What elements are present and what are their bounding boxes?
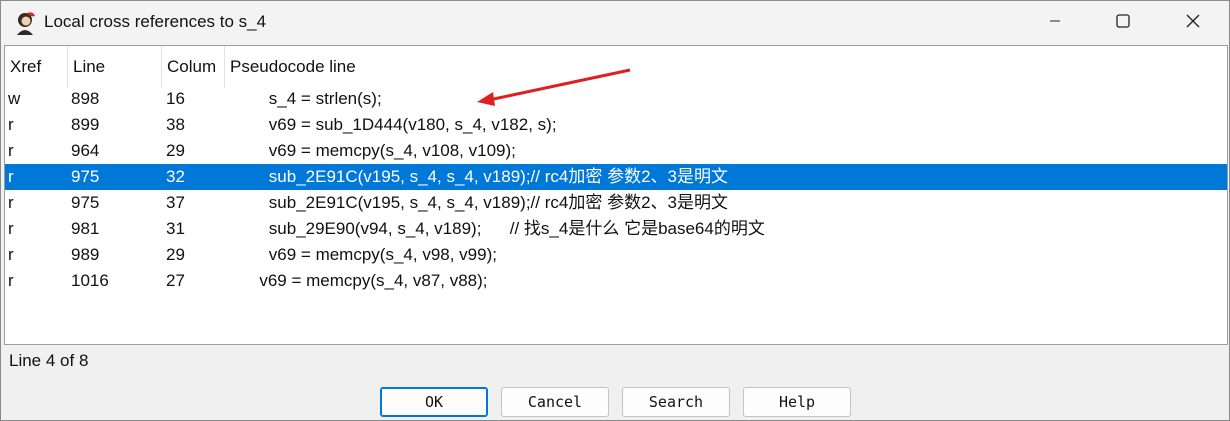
minimize-icon <box>1049 14 1061 32</box>
close-icon <box>1186 14 1200 33</box>
title-bar[interactable]: Local cross references to s_4 <box>1 1 1229 45</box>
annotation-arrow <box>477 68 631 106</box>
status-text: Line 4 of 8 <box>9 351 89 370</box>
xref-list[interactable]: Xref Line Colum Pseudocode line w 898 16 s… <box>4 45 1228 345</box>
portrait-icon <box>13 11 37 35</box>
xref-dialog: Local cross references to s_4 Xref Line … <box>0 0 1230 421</box>
cancel-button[interactable]: Cancel <box>501 387 609 417</box>
ok-button[interactable]: OK <box>380 387 488 417</box>
search-button[interactable]: Search <box>622 387 730 417</box>
maximize-button[interactable] <box>1089 1 1157 45</box>
minimize-button[interactable] <box>1021 1 1089 45</box>
help-button[interactable]: Help <box>743 387 851 417</box>
close-button[interactable] <box>1159 1 1227 45</box>
window-title: Local cross references to s_4 <box>44 12 267 31</box>
maximize-icon <box>1116 13 1130 33</box>
